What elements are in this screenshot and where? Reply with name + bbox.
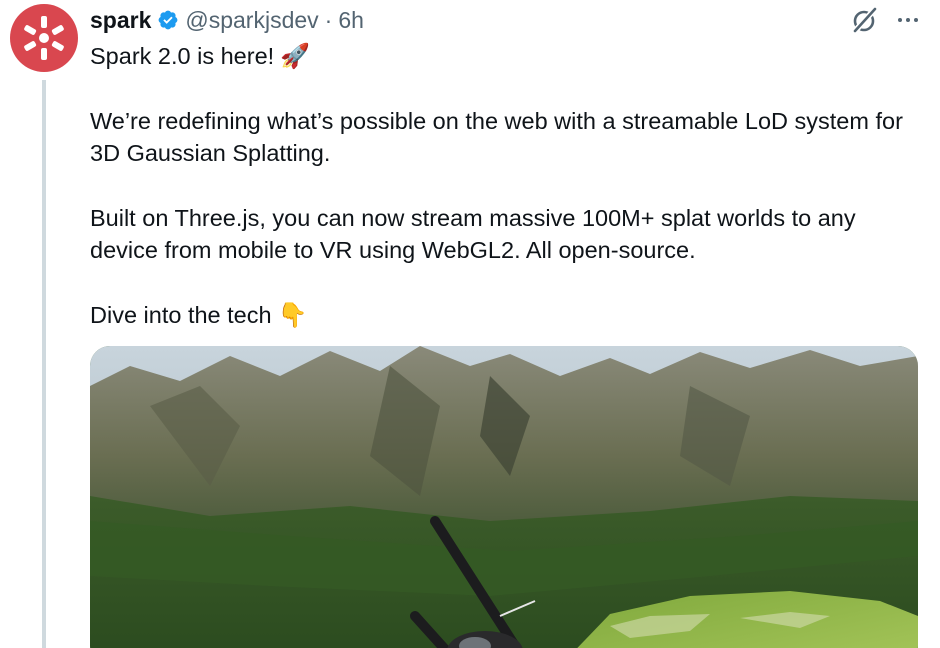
- tweet-actions: [850, 6, 918, 34]
- avatar[interactable]: [10, 4, 78, 72]
- tweet-cta: Dive into the tech: [90, 302, 272, 328]
- pointing-down-emoji: 👇: [277, 301, 308, 329]
- rocket-emoji: 🚀: [280, 42, 311, 70]
- tweet-line-4: Dive into the tech 👇: [90, 299, 920, 331]
- author-handle[interactable]: @sparkjsdev: [185, 6, 318, 34]
- tweet-media-video[interactable]: [90, 346, 918, 648]
- tweet[interactable]: spark @sparkjsdev · 6h Spark 2.0 is here…: [0, 0, 940, 648]
- grok-icon[interactable]: [850, 6, 878, 34]
- verified-badge-icon[interactable]: [157, 9, 179, 31]
- author-display-name[interactable]: spark: [90, 6, 151, 34]
- spark-logo-icon: [24, 16, 64, 60]
- tweet-paragraph-2: We’re redefining what’s possible on the …: [90, 108, 903, 166]
- tweet-timestamp[interactable]: 6h: [338, 6, 364, 34]
- tweet-line-1: Spark 2.0 is here! 🚀: [90, 40, 920, 72]
- thread-line: [42, 80, 46, 648]
- media-landscape-image: [90, 346, 918, 648]
- tweet-body: Spark 2.0 is here! 🚀 We’re redefining wh…: [90, 40, 920, 331]
- tweet-paragraph-3: Built on Three.js, you can now stream ma…: [90, 205, 856, 263]
- more-icon[interactable]: [898, 6, 918, 34]
- separator-dot: ·: [324, 7, 333, 33]
- tweet-headline: Spark 2.0 is here!: [90, 43, 275, 69]
- tweet-header: spark @sparkjsdev · 6h: [90, 6, 364, 34]
